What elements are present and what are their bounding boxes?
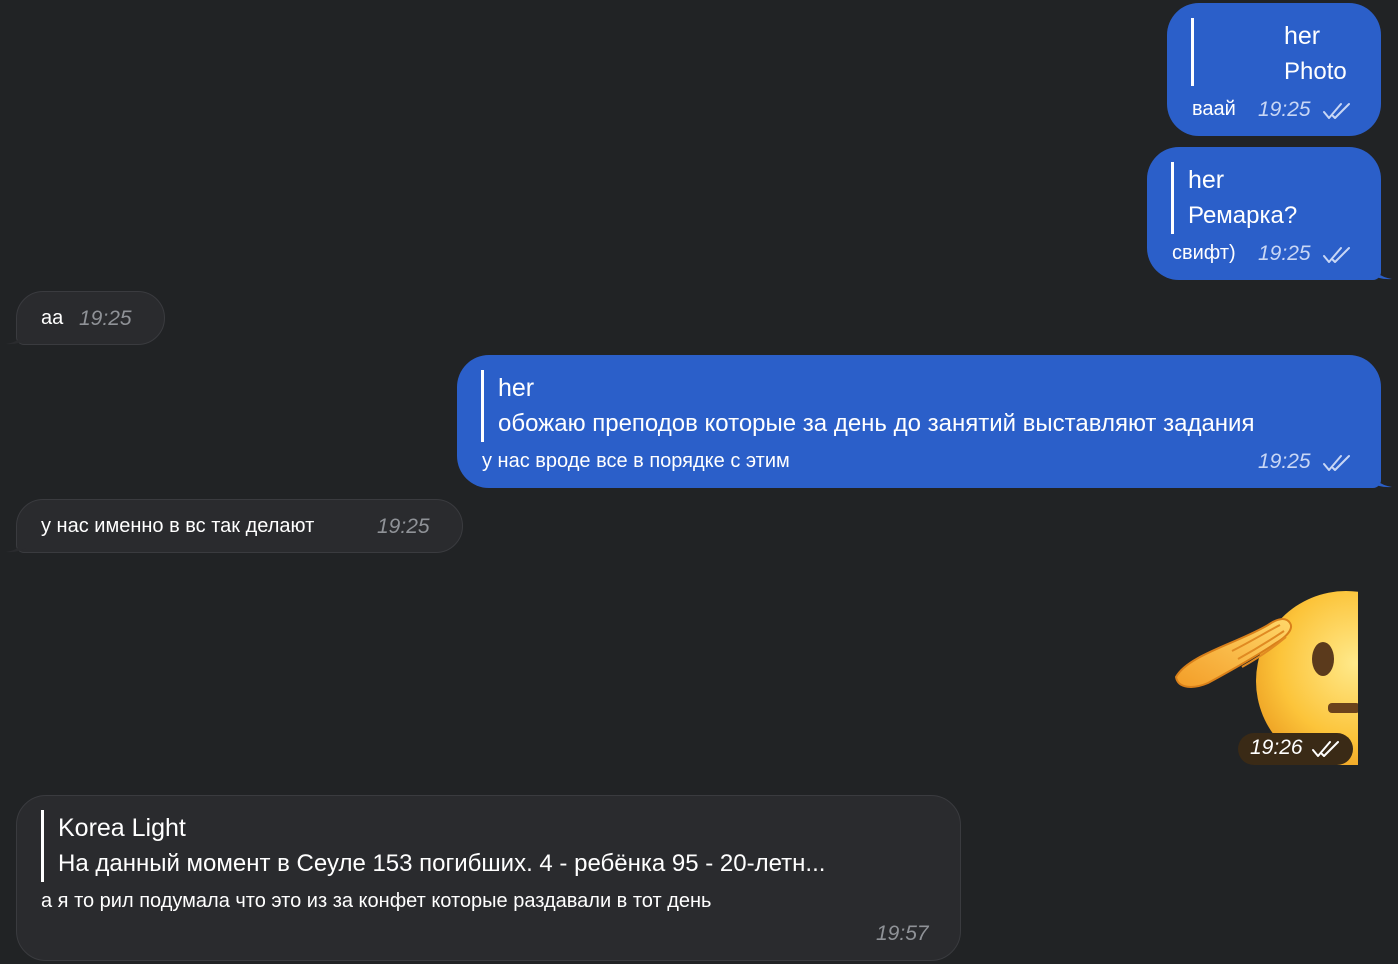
- message-bubble[interactable]: Korea Light На данный момент в Сеуле 153…: [16, 795, 961, 961]
- reply-quote[interactable]: Korea Light На данный момент в Сеуле 153…: [41, 810, 825, 882]
- sticker-message[interactable]: 19:26: [1168, 585, 1360, 765]
- bubble-tail: [6, 535, 28, 553]
- message-text: у нас вроде все в порядке с этим: [482, 450, 790, 472]
- reply-sender-name: Korea Light: [58, 814, 186, 842]
- message-text: а я то рил подумала что это из за конфет…: [41, 890, 712, 912]
- bubble-tail: [1370, 262, 1392, 280]
- message-text: аа: [41, 307, 64, 329]
- bubble-tail: [6, 327, 28, 345]
- message-text: у нас именно в вс так делают: [41, 515, 315, 537]
- message-text: ваай: [1192, 98, 1236, 120]
- message-time: 19:25: [1258, 98, 1311, 121]
- reply-quote[interactable]: her обожаю преподов которые за день до з…: [481, 370, 1254, 442]
- message-bubble[interactable]: аа 19:25: [16, 291, 165, 345]
- message-text: свифт): [1172, 242, 1236, 264]
- reply-sender-name: her: [1284, 22, 1321, 50]
- message-time: 19:25: [79, 307, 132, 330]
- read-double-check-icon: [1323, 455, 1350, 471]
- message-time: 19:25: [1258, 450, 1311, 473]
- reply-text: Photo: [1284, 58, 1347, 85]
- message-time: 19:25: [377, 515, 430, 538]
- message-bubble[interactable]: her Photo ваай 19:25: [1167, 3, 1381, 136]
- reply-text: Ремарка?: [1188, 202, 1298, 229]
- message-time: 19:57: [876, 922, 929, 945]
- message-bubble[interactable]: her обожаю преподов которые за день до з…: [457, 355, 1381, 488]
- read-double-check-icon: [1323, 247, 1350, 263]
- read-double-check-icon: [1323, 103, 1350, 119]
- message-time: 19:26: [1250, 736, 1303, 759]
- reply-text: На данный момент в Сеуле 153 погибших. 4…: [58, 850, 826, 877]
- read-double-check-icon: [1312, 741, 1339, 757]
- message-bubble[interactable]: her Ремарка? свифт) 19:25: [1147, 147, 1381, 280]
- message-bubble[interactable]: у нас именно в вс так делают 19:25: [16, 499, 463, 553]
- sticker-time-badge: 19:26: [1238, 733, 1353, 765]
- reply-text: обожаю преподов которые за день до занят…: [498, 410, 1255, 437]
- reply-quote[interactable]: her Ремарка?: [1171, 162, 1297, 234]
- reply-sender-name: her: [1188, 166, 1225, 194]
- bubble-tail: [1370, 470, 1392, 488]
- reply-sender-name: her: [498, 374, 535, 402]
- message-time: 19:25: [1258, 242, 1311, 265]
